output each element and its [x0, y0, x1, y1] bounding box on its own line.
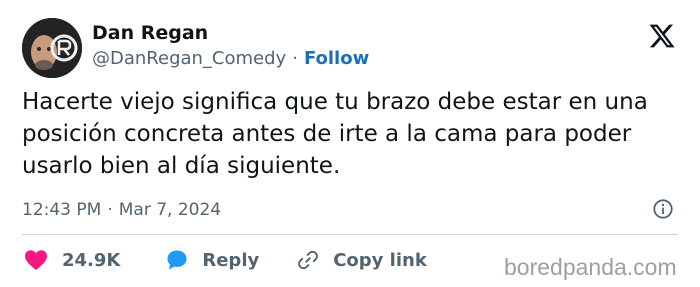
tweet-date: Mar 7, 2024 — [118, 200, 222, 220]
tweet-text: Hacerte viejo significa que tu brazo deb… — [22, 89, 648, 179]
author-handle[interactable]: @DanRegan_Comedy — [92, 48, 286, 69]
info-icon[interactable] — [652, 198, 674, 220]
handle-separator: · — [292, 48, 298, 69]
speech-bubble-icon — [167, 250, 187, 270]
watermark: boredpanda.com — [504, 254, 677, 280]
author-handle-line: @DanRegan_Comedy · Follow — [92, 48, 369, 69]
copy-link-label: Copy link — [333, 249, 427, 271]
reply-label: Reply — [202, 249, 260, 271]
avatar[interactable] — [22, 18, 82, 78]
avatar-photo — [22, 18, 82, 78]
link-icon — [298, 250, 319, 270]
action-bar: 24.9K Reply Copy link — [24, 248, 427, 272]
heart-icon — [25, 250, 47, 270]
timestamp-separator: · — [107, 200, 113, 220]
copy-link-button[interactable]: Copy link — [297, 249, 427, 271]
divider — [22, 234, 678, 235]
follow-button[interactable]: Follow — [304, 48, 369, 69]
reply-button[interactable]: Reply — [166, 249, 259, 271]
like-count: 24.9K — [62, 249, 121, 271]
like-button[interactable]: 24.9K — [24, 249, 120, 271]
tweet-timestamp[interactable]: 12:43 PM · Mar 7, 2024 — [22, 200, 221, 220]
author-name[interactable]: Dan Regan — [92, 22, 208, 44]
tweet-time: 12:43 PM — [22, 200, 102, 220]
x-logo-icon[interactable] — [648, 22, 676, 50]
